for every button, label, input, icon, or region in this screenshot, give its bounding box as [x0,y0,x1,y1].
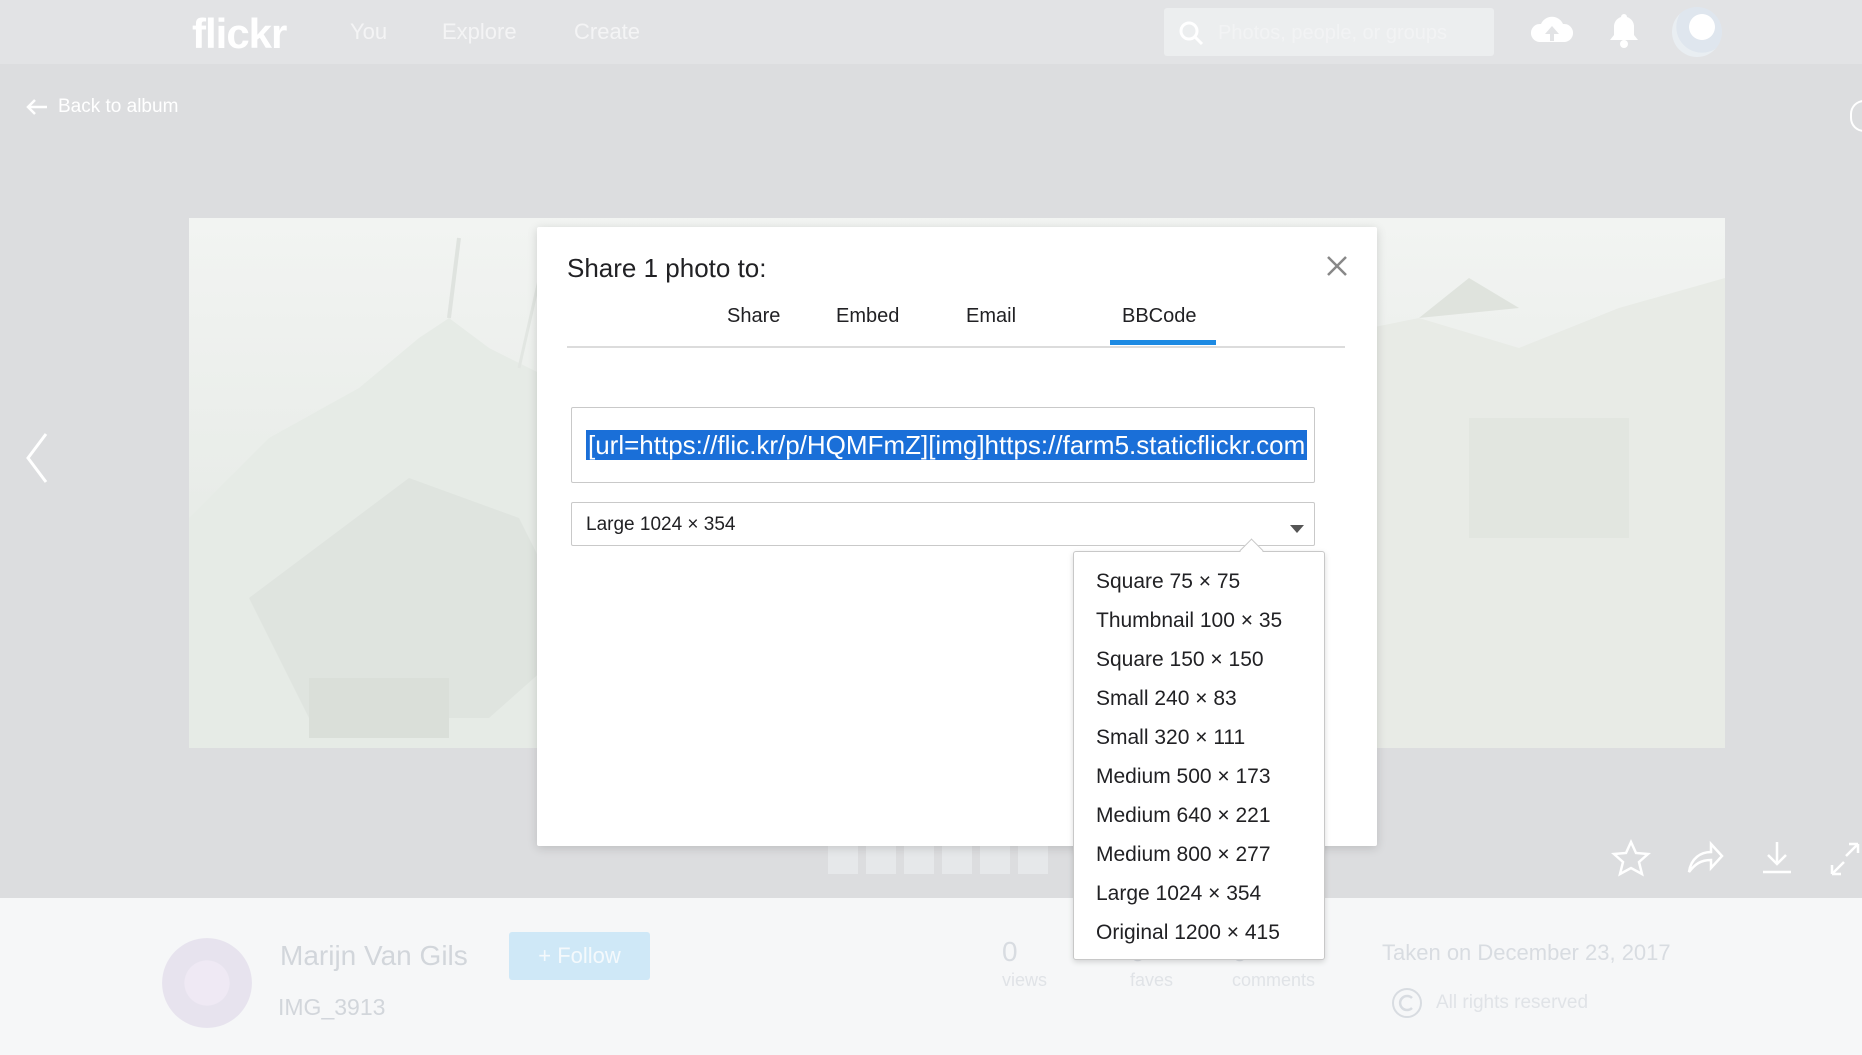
filmstrip-thumbnail[interactable] [980,846,1010,874]
filmstrip-thumbnail[interactable] [866,846,896,874]
size-option-medium-640[interactable]: Medium 640 × 221 [1074,796,1324,835]
bbcode-field[interactable]: [url=https://flic.kr/p/HQMFmZ][img]https… [571,407,1315,483]
close-icon[interactable] [1326,255,1348,277]
size-option-thumbnail-100[interactable]: Thumbnail 100 × 35 [1074,601,1324,640]
size-option-small-320[interactable]: Small 320 × 111 [1074,718,1324,757]
filmstrip-thumbnail[interactable] [1018,846,1048,874]
filmstrip-thumbnail[interactable] [904,846,934,874]
tab-bbcode[interactable]: BBCode [1122,305,1197,328]
back-to-album-link[interactable]: Back to album [26,96,178,118]
fullscreen-expand-icon[interactable] [1828,838,1862,878]
rights-label: All rights reserved [1436,992,1589,1013]
nav-explore[interactable]: Explore [442,19,517,45]
size-option-medium-800[interactable]: Medium 800 × 277 [1074,835,1324,874]
filmstrip-thumbnail[interactable] [942,846,972,874]
share-tabs: Share Embed Email BBCode [567,287,1345,348]
flickr-logo[interactable]: flickr [192,10,287,58]
size-option-large-1024[interactable]: Large 1024 × 354 [1074,874,1324,913]
share-arrow-icon[interactable] [1685,838,1725,878]
owner-avatar[interactable] [162,938,252,1028]
tab-email[interactable]: Email [966,305,1016,328]
views-count: 0 [1002,936,1018,967]
size-option-original-1200[interactable]: Original 1200 × 415 [1074,913,1324,952]
search-icon [1179,21,1204,46]
copyright-icon [1392,988,1422,1018]
faves-label: faves [1130,970,1174,990]
size-option-medium-500[interactable]: Medium 500 × 173 [1074,757,1324,796]
top-navigation-bar: flickr You Explore Create [0,0,1862,64]
owner-name[interactable]: Marijn Van Gils [280,940,468,972]
search-input[interactable] [1216,16,1480,50]
filmstrip-thumbnail[interactable] [828,846,858,874]
download-icon[interactable] [1758,838,1796,878]
views-label: views [1002,970,1048,990]
follow-button[interactable]: + Follow [509,932,650,980]
arrow-left-icon [26,99,47,115]
active-tab-indicator [1110,340,1216,345]
follow-label: Follow [557,943,621,968]
back-to-album-label: Back to album [58,96,179,117]
size-select[interactable]: Large 1024 × 354 [571,502,1315,546]
user-avatar[interactable] [1672,7,1722,57]
size-option-square-75[interactable]: Square 75 × 75 [1074,562,1324,601]
tab-share[interactable]: Share [727,305,780,328]
comments-label: comments [1232,970,1316,990]
photo-info-panel [0,898,1862,1055]
nav-you[interactable]: You [350,19,387,45]
photo-title: IMG_3913 [278,994,386,1020]
tab-embed[interactable]: Embed [836,305,899,328]
upload-cloud-icon[interactable] [1529,10,1575,50]
bbcode-text-selected[interactable]: [url=https://flic.kr/p/HQMFmZ][img]https… [586,430,1308,460]
size-dropdown-menu: Square 75 × 75 Thumbnail 100 × 35 Square… [1073,538,1325,960]
nav-create[interactable]: Create [574,19,640,45]
size-select-value: Large 1024 × 354 [586,514,736,535]
notifications-bell-icon[interactable] [1606,10,1642,50]
previous-photo-icon[interactable] [22,430,52,486]
search-box[interactable] [1164,8,1494,56]
size-option-small-240[interactable]: Small 240 × 83 [1074,679,1324,718]
fave-star-icon[interactable] [1611,838,1651,878]
taken-date: Taken on December 23, 2017 [1382,940,1671,965]
size-option-square-150[interactable]: Square 150 × 150 [1074,640,1324,679]
chevron-down-icon [1290,525,1304,533]
dialog-title: Share 1 photo to: [567,253,767,283]
